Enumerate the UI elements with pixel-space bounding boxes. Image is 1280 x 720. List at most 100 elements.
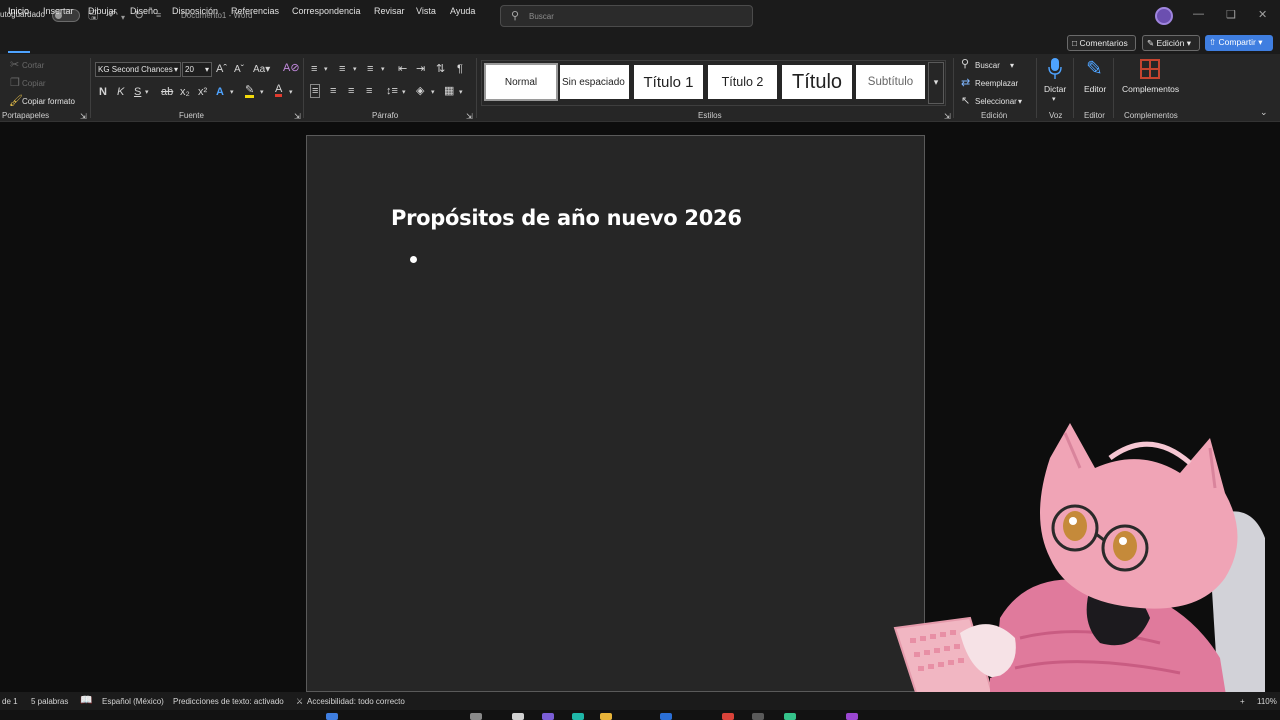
chevron-down-icon[interactable]: ▾	[145, 87, 149, 99]
dialog-launcher-icon[interactable]: ⇲	[80, 111, 87, 123]
taskbar-app-icon[interactable]	[572, 713, 584, 720]
clear-formatting-icon[interactable]: A⊘	[283, 62, 300, 74]
language-indicator[interactable]: Español (México)	[102, 697, 164, 706]
restore-icon[interactable]: ❑	[1226, 8, 1236, 21]
taskbar-app-icon[interactable]	[600, 713, 612, 720]
taskbar-app-icon[interactable]	[722, 713, 734, 720]
chevron-down-icon[interactable]: ▾	[1018, 97, 1022, 106]
style-heading-2[interactable]: Título 2	[708, 65, 777, 99]
taskbar-app-icon[interactable]	[470, 713, 482, 720]
grow-font-icon[interactable]: Aˆ	[216, 63, 227, 75]
microphone-icon[interactable]	[1048, 58, 1062, 80]
superscript-button[interactable]: x²	[198, 86, 207, 98]
tab-inicio[interactable]: Inicio	[8, 6, 29, 16]
find-button[interactable]: Buscar	[975, 61, 1000, 70]
minimize-icon[interactable]: —	[1193, 8, 1204, 20]
increase-indent-icon[interactable]: ⇥	[416, 63, 425, 75]
tab-correspondencia[interactable]: Correspondencia	[292, 6, 361, 16]
styles-more-button[interactable]: ▾	[928, 62, 944, 104]
style-heading-1[interactable]: Título 1	[634, 65, 703, 99]
text-predictions-status[interactable]: Predicciones de texto: activado	[173, 697, 284, 706]
align-left-icon[interactable]: ≡	[310, 84, 321, 98]
strikethrough-button[interactable]: ab	[161, 86, 173, 98]
decrease-indent-icon[interactable]: ⇤	[398, 63, 407, 75]
dictate-button[interactable]: Dictar	[1044, 84, 1066, 94]
chevron-down-icon[interactable]: ▾	[324, 64, 328, 76]
copy-button[interactable]: Copiar	[22, 79, 46, 88]
replace-button[interactable]: Reemplazar	[975, 79, 1018, 88]
chevron-down-icon[interactable]: ▾	[402, 87, 406, 99]
style-title[interactable]: Título	[782, 65, 852, 99]
taskbar-app-icon[interactable]	[660, 713, 672, 720]
underline-button[interactable]: S	[134, 86, 141, 98]
align-right-icon[interactable]: ≡	[348, 85, 354, 97]
subscript-button[interactable]: x₂	[180, 86, 190, 98]
search-box[interactable]: ⚲ Buscar	[500, 5, 753, 27]
format-painter-button[interactable]: Copiar formato	[22, 97, 75, 106]
addins-button[interactable]: Complementos	[1122, 84, 1179, 94]
borders-icon[interactable]: ▦	[444, 85, 454, 97]
tab-referencias[interactable]: Referencias	[231, 6, 279, 16]
show-marks-icon[interactable]: ¶	[457, 63, 463, 75]
dialog-launcher-icon[interactable]: ⇲	[294, 111, 301, 123]
bullets-icon[interactable]: ≡	[311, 63, 317, 75]
change-case-icon[interactable]: Aa▾	[253, 64, 270, 76]
chevron-down-icon[interactable]: ▾	[381, 64, 385, 76]
comments-button[interactable]: □ Comentarios	[1067, 35, 1136, 51]
tab-disposicion[interactable]: Disposición	[172, 6, 218, 16]
dialog-launcher-icon[interactable]: ⇲	[944, 111, 951, 123]
font-color-icon[interactable]: A	[275, 84, 283, 97]
font-family-select[interactable]: KG Second Chances ▾	[95, 62, 181, 77]
tab-insertar[interactable]: Insertar	[43, 6, 74, 16]
start-icon[interactable]	[326, 713, 338, 720]
close-icon[interactable]: ✕	[1258, 8, 1267, 21]
style-normal[interactable]: Normal	[484, 63, 558, 101]
chevron-down-icon[interactable]: ▾	[1010, 61, 1014, 70]
bold-button[interactable]: N	[99, 86, 107, 98]
chevron-down-icon[interactable]: ▾	[260, 87, 264, 99]
dialog-launcher-icon[interactable]: ⇲	[466, 111, 473, 123]
tab-ayuda[interactable]: Ayuda	[450, 6, 475, 16]
font-size-select[interactable]: 20 ▾	[182, 62, 212, 77]
style-no-spacing[interactable]: Sin espaciado	[560, 65, 629, 99]
select-button[interactable]: Seleccionar	[975, 97, 1017, 106]
highlight-icon[interactable]: ✎	[245, 85, 255, 98]
tab-diseno[interactable]: Diseño	[130, 6, 158, 16]
accessibility-status[interactable]: Accesibilidad: todo correcto	[307, 697, 405, 706]
avatar[interactable]	[1155, 7, 1173, 25]
editor-button[interactable]: Editor	[1084, 84, 1106, 94]
align-center-icon[interactable]: ≡	[330, 85, 336, 97]
proofing-icon[interactable]: 📖	[80, 695, 92, 706]
chevron-down-icon[interactable]: ▾	[230, 87, 234, 99]
collapse-ribbon-icon[interactable]: ⌄	[1260, 106, 1268, 118]
taskbar-app-icon[interactable]	[784, 713, 796, 720]
numbering-icon[interactable]: ≡	[339, 63, 345, 75]
taskbar-app-icon[interactable]	[542, 713, 554, 720]
style-subtitle[interactable]: Subtítulo	[856, 65, 925, 99]
chevron-down-icon[interactable]: ▾	[289, 87, 293, 99]
tab-dibujar[interactable]: Dibujar	[88, 6, 117, 16]
chevron-down-icon[interactable]: ▾	[459, 87, 463, 99]
chevron-down-icon[interactable]: ▾	[1052, 95, 1056, 103]
shrink-font-icon[interactable]: Aˇ	[234, 64, 244, 76]
document-heading[interactable]: Propósitos de año nuevo 2026	[391, 206, 742, 230]
word-count[interactable]: 5 palabras	[31, 697, 68, 706]
page-counter[interactable]: de 1	[2, 697, 18, 706]
zoom-level[interactable]: 110%	[1257, 697, 1277, 706]
taskbar-app-icon[interactable]	[752, 713, 764, 720]
chevron-down-icon[interactable]: ▾	[431, 87, 435, 99]
tab-revisar[interactable]: Revisar	[374, 6, 405, 16]
bullet-point[interactable]	[410, 256, 417, 263]
share-button[interactable]: ⇧ Compartir ▾	[1205, 35, 1273, 51]
sort-icon[interactable]: ⇅	[436, 63, 445, 75]
justify-icon[interactable]: ≡	[366, 85, 372, 97]
italic-button[interactable]: K	[117, 86, 124, 98]
zoom-in-icon[interactable]: +	[1240, 697, 1245, 706]
cut-button[interactable]: Cortar	[22, 61, 44, 70]
chevron-down-icon[interactable]: ▾	[353, 64, 357, 76]
tab-vista[interactable]: Vista	[416, 6, 436, 16]
line-spacing-icon[interactable]: ↕≡	[386, 85, 398, 97]
taskbar-app-icon[interactable]	[512, 713, 524, 720]
taskbar-app-icon[interactable]	[846, 713, 858, 720]
editing-mode-button[interactable]: ✎ Edición ▾	[1142, 35, 1200, 51]
